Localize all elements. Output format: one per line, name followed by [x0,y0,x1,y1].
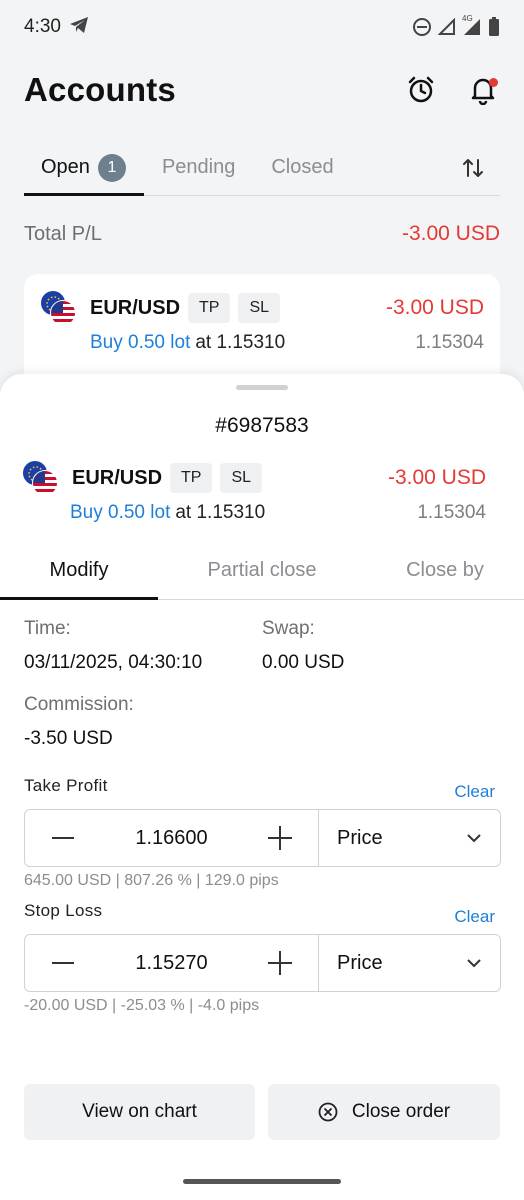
sort-button[interactable] [462,140,500,195]
stop-loss-input: 1.15270 Price [24,934,501,992]
stop-loss-mode-value: Price [337,951,383,974]
close-order-label: Close order [351,1101,451,1122]
tab-pending[interactable]: Pending [144,140,253,195]
swap-value: 0.00 USD [262,652,345,673]
stop-loss-increment-button[interactable] [242,935,318,991]
sheet-pl: -3.00 USD [387,466,486,489]
network-4g-icon: 4G [462,14,482,37]
network-type-label: 4G [462,14,473,23]
sl-tag: SL [220,463,263,493]
minus-icon [52,962,74,964]
home-indicator[interactable] [183,1179,341,1184]
plus-icon [268,951,292,975]
signal-icon [438,18,456,36]
tab-modify[interactable]: Modify [0,542,158,600]
tab-partial-close[interactable]: Partial close [158,542,366,599]
notification-dot [489,78,498,87]
position-current-price: 1.15304 [415,332,484,353]
sheet-current-price: 1.15304 [417,502,486,523]
position-direction: Buy 0.50 lot [90,332,191,353]
tab-closed[interactable]: Closed [253,140,351,195]
sl-tag: SL [238,293,281,323]
take-profit-value[interactable]: 1.16600 [101,827,242,850]
time-label: Time: [24,618,71,639]
status-time: 4:30 [24,16,61,37]
plus-icon [268,826,292,850]
battery-icon [488,17,500,37]
page-title: Accounts [24,71,176,108]
view-on-chart-button[interactable]: View on chart [24,1084,255,1140]
currency-pair-flags [22,460,58,496]
commission-label: Commission: [24,694,134,715]
alarm-button[interactable] [404,73,438,107]
take-profit-hint: 645.00 USD | 807.26 % | 129.0 pips [24,872,279,889]
app-header: Accounts [24,60,500,120]
sheet-open-price: at 1.15310 [175,502,266,523]
take-profit-mode-value: Price [337,826,383,849]
swap-label: Swap: [262,618,315,639]
take-profit-mode-select[interactable]: Price [319,810,500,866]
order-action-tabs: Modify Partial close Close by [0,542,524,600]
position-symbol: EUR/USD [90,296,181,319]
sheet-drag-handle[interactable] [236,385,288,390]
telegram-icon [69,16,89,39]
view-on-chart-label: View on chart [82,1101,197,1122]
tp-tag: TP [188,293,231,323]
total-pl-value: -3.00 USD [401,222,500,245]
position-open-price: at 1.15310 [195,332,286,353]
currency-pair-flags [40,290,76,326]
us-flag-icon [32,470,58,496]
sheet-symbol: EUR/USD [72,466,163,489]
close-circle-icon [318,1102,338,1122]
sort-arrows-icon [463,158,483,177]
tab-close-by[interactable]: Close by [366,542,524,599]
stop-loss-value[interactable]: 1.15270 [101,952,242,975]
take-profit-clear-link[interactable]: Clear [454,782,495,802]
stop-loss-clear-link[interactable]: Clear [454,907,495,927]
status-bar: 4:30 4G [0,0,524,54]
order-id: #6987583 [215,414,309,437]
notifications-button[interactable] [466,73,500,107]
do-not-disturb-icon [412,17,432,37]
take-profit-title: Take Profit [24,776,108,795]
take-profit-increment-button[interactable] [242,810,318,866]
stop-loss-mode-select[interactable]: Price [319,935,500,991]
total-pl-label: Total P/L [24,222,102,245]
stop-loss-title: Stop Loss [24,901,103,920]
chevron-down-icon [467,959,481,968]
sheet-direction: Buy 0.50 lot [70,502,171,523]
take-profit-decrement-button[interactable] [25,810,101,866]
sheet-position-summary: EUR/USD TP SL -3.00 USD Buy 0.50 lot at … [22,460,486,524]
position-pl: -3.00 USD [385,296,484,319]
tab-open[interactable]: Open 1 [24,140,144,196]
time-value: 03/11/2025, 04:30:10 [24,652,203,673]
order-bottom-sheet: #6987583 EUR/USD TP SL -3.00 USD Buy 0.5… [0,374,524,1200]
stop-loss-decrement-button[interactable] [25,935,101,991]
total-pl-row: Total P/L -3.00 USD [24,222,500,246]
tab-open-label: Open [41,156,90,178]
tp-tag: TP [170,463,213,493]
stop-loss-hint: -20.00 USD | -25.03 % | -4.0 pips [24,997,260,1014]
alarm-clock-icon [408,76,434,103]
commission-value: -3.50 USD [24,728,113,749]
chevron-down-icon [467,834,481,843]
account-tabs: Open 1 Pending Closed [24,140,500,196]
close-order-button[interactable]: Close order [268,1084,500,1140]
minus-icon [52,837,74,839]
take-profit-input: 1.16600 Price [24,809,501,867]
open-count-badge: 1 [97,153,126,182]
us-flag-icon [50,300,76,326]
